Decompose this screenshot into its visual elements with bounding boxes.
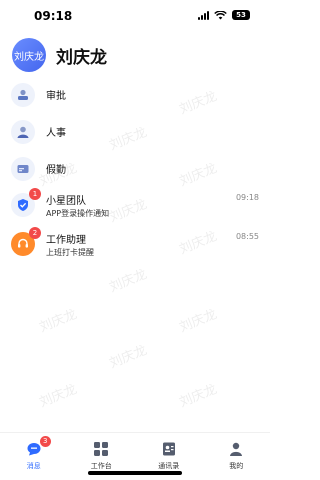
avatar[interactable]: 刘庆龙	[12, 38, 46, 72]
tab-badge: 3	[39, 436, 51, 447]
watermark-text: 刘庆龙	[177, 382, 220, 411]
list-item-personnel[interactable]: 人事	[0, 113, 270, 150]
message-list: 审批 人事 假勤 1 小星团队 APP登录操作通知 09:18 2 工作助理 上…	[0, 76, 270, 265]
profile-icon	[228, 441, 244, 457]
list-item-time: 09:18	[235, 193, 259, 202]
list-item-preview: APP登录操作通知	[46, 209, 110, 218]
list-item-label: 审批	[46, 91, 66, 102]
tab-profile[interactable]: 我的	[203, 433, 271, 480]
watermark-text: 刘庆龙	[107, 343, 150, 372]
status-bar: 09:18 53	[0, 0, 270, 30]
contacts-icon	[161, 441, 177, 457]
list-item-approval[interactable]: 审批	[0, 76, 270, 113]
list-item-assistant[interactable]: 2 工作助理 上班打卡提醒 08:55	[0, 226, 270, 265]
watermark-text: 刘庆龙	[37, 307, 80, 336]
list-item-label: 工作助理	[46, 235, 86, 246]
battery-icon: 53	[232, 10, 250, 20]
attendance-icon	[11, 156, 35, 181]
list-item-time: 08:55	[235, 232, 259, 241]
list-item-attendance[interactable]: 假勤	[0, 150, 270, 187]
list-item-label: 小星团队	[46, 196, 86, 207]
tab-label: 消息	[26, 462, 41, 470]
chat-icon: 3	[26, 436, 51, 457]
list-item-preview: 上班打卡提醒	[46, 248, 94, 257]
wifi-icon	[214, 10, 227, 20]
tab-label: 工作台	[90, 462, 112, 470]
page-header: 刘庆龙 刘庆龙	[12, 38, 107, 72]
unread-badge: 2	[29, 227, 41, 239]
list-item-label: 假勤	[46, 165, 66, 176]
watermark-text: 刘庆龙	[107, 267, 150, 296]
tab-messages[interactable]: 3 消息	[0, 433, 68, 480]
personnel-icon	[11, 119, 35, 144]
assistant-headset-icon: 2	[11, 227, 41, 256]
team-shield-icon: 1	[11, 188, 41, 217]
home-indicator	[88, 471, 182, 475]
workbench-grid-icon	[93, 441, 109, 457]
page-title: 刘庆龙	[56, 47, 107, 68]
watermark-text: 刘庆龙	[37, 382, 80, 411]
unread-badge: 1	[29, 188, 41, 200]
status-time: 09:18	[34, 9, 73, 23]
tab-label: 通讯录	[158, 462, 180, 470]
tab-label: 我的	[229, 462, 244, 470]
signal-icon	[198, 10, 209, 20]
list-item-label: 人事	[46, 128, 66, 139]
watermark-text: 刘庆龙	[177, 307, 220, 336]
approval-icon	[11, 82, 35, 107]
list-item-team[interactable]: 1 小星团队 APP登录操作通知 09:18	[0, 187, 270, 226]
